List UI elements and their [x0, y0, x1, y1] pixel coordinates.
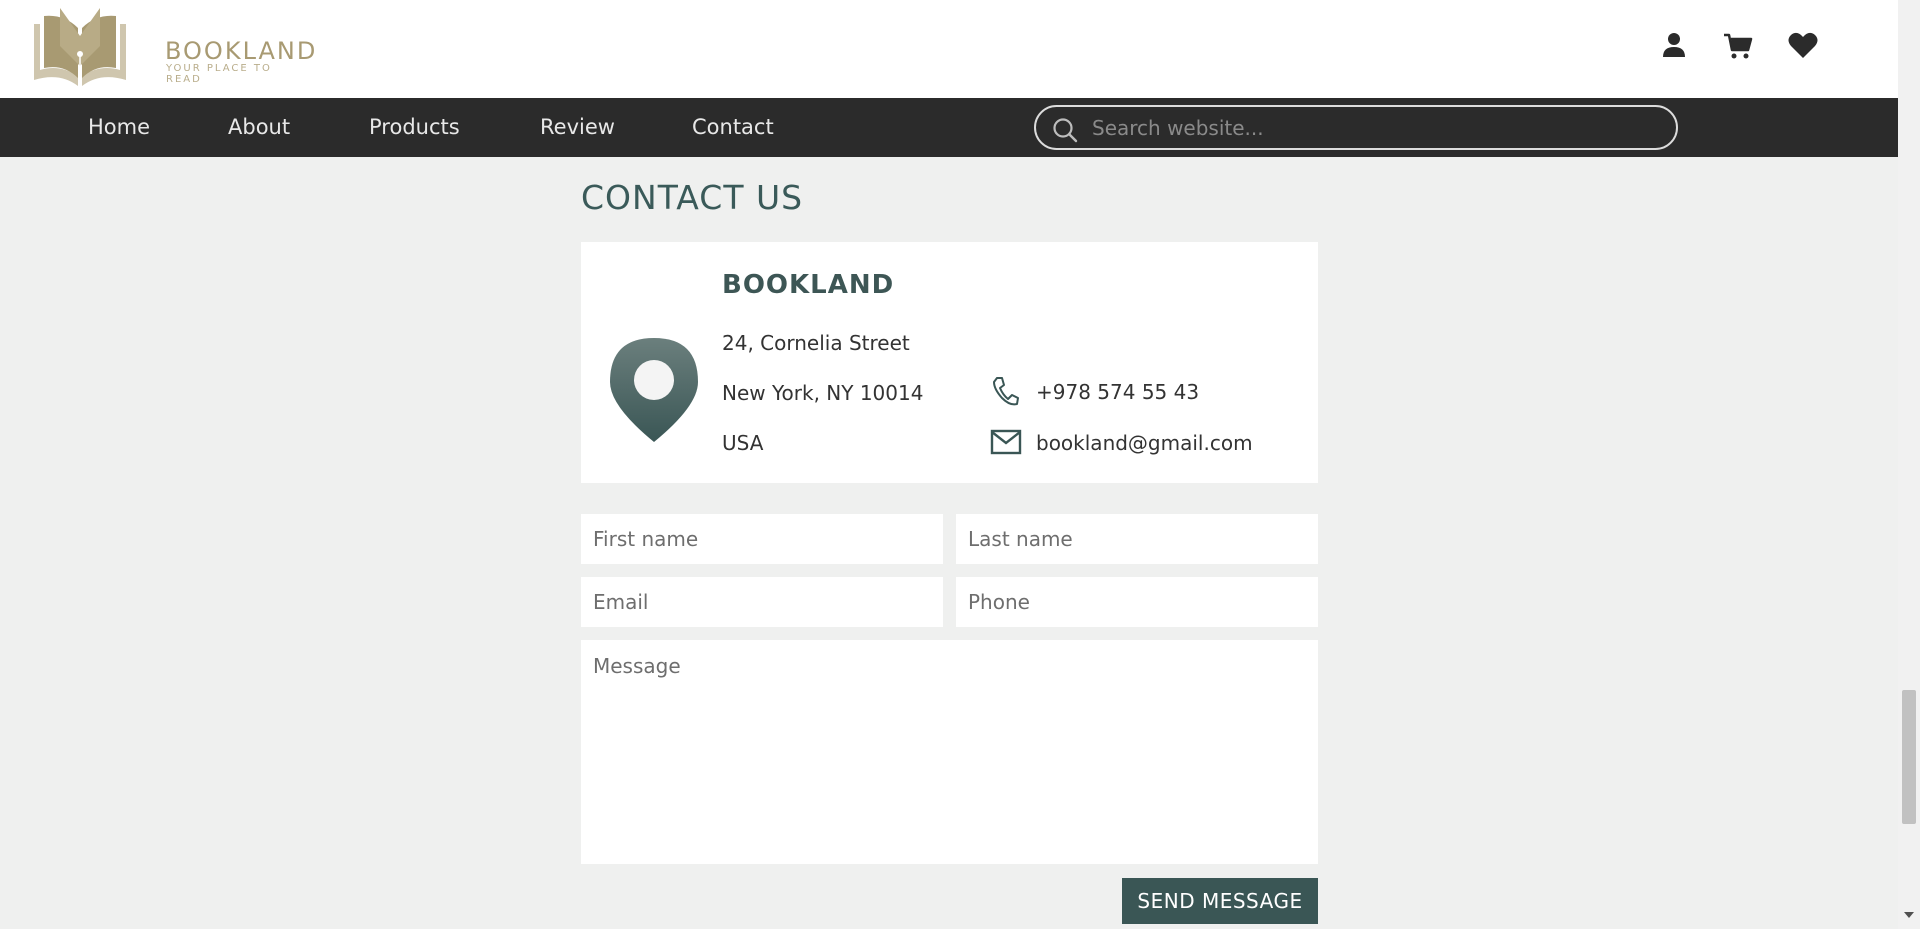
- logo[interactable]: BOOKLAND YOUR PLACE TO READ: [30, 6, 315, 88]
- send-message-button[interactable]: SEND MESSAGE: [1122, 878, 1318, 924]
- address-line-3: USA: [722, 431, 764, 455]
- email-address[interactable]: bookland@gmail.com: [1036, 431, 1253, 455]
- nav-about[interactable]: About: [228, 115, 290, 139]
- address-line-2: New York, NY 10014: [722, 381, 924, 405]
- mail-icon: [990, 429, 1022, 459]
- phone-number[interactable]: +978 574 55 43: [1036, 380, 1199, 404]
- scroll-down-icon[interactable]: [1904, 912, 1914, 918]
- phone-field[interactable]: [956, 577, 1318, 627]
- search-icon[interactable]: [1052, 117, 1078, 143]
- address-line-1: 24, Cornelia Street: [722, 331, 910, 355]
- nav-products[interactable]: Products: [369, 115, 460, 139]
- user-icon[interactable]: [1658, 30, 1690, 62]
- brand-name: BOOKLAND: [165, 37, 318, 65]
- book-logo-icon: [34, 8, 126, 86]
- heart-icon[interactable]: [1787, 30, 1819, 62]
- nav-review[interactable]: Review: [540, 115, 615, 139]
- scrollbar-thumb[interactable]: [1902, 690, 1916, 824]
- contact-card: BOOKLAND 24, Cornelia Street New York, N…: [581, 242, 1318, 483]
- cart-icon[interactable]: [1722, 30, 1754, 62]
- nav-contact[interactable]: Contact: [692, 115, 774, 139]
- brand-tagline: YOUR PLACE TO READ: [166, 63, 272, 85]
- company-name: BOOKLAND: [722, 270, 895, 300]
- first-name-field[interactable]: [581, 514, 943, 564]
- nav-home[interactable]: Home: [88, 115, 150, 139]
- location-pin-icon: [608, 336, 700, 448]
- main-nav: Home About Products Review Contact: [0, 98, 1898, 157]
- email-field[interactable]: [581, 577, 943, 627]
- page-title: CONTACT US: [581, 178, 804, 217]
- last-name-field[interactable]: [956, 514, 1318, 564]
- top-header: BOOKLAND YOUR PLACE TO READ: [0, 0, 1898, 98]
- message-field[interactable]: [581, 640, 1318, 864]
- phone-icon: [990, 375, 1020, 411]
- page-scrollbar[interactable]: [1898, 0, 1920, 929]
- search-box: [1034, 105, 1678, 150]
- search-input[interactable]: [1092, 113, 1652, 142]
